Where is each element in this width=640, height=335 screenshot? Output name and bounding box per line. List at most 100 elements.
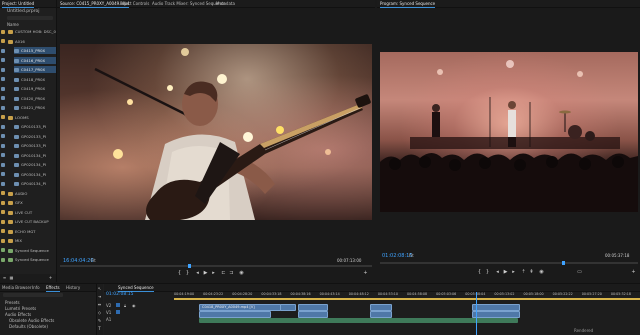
lift-icon[interactable]: ⇡ <box>521 270 526 275</box>
timeline-clip[interactable] <box>199 311 271 318</box>
track-target-v1[interactable] <box>116 303 120 307</box>
clip-item[interactable]: C0417_PR0X <box>14 66 56 73</box>
label-color-swatch[interactable] <box>1 115 5 119</box>
label-color-swatch[interactable] <box>1 153 5 157</box>
label-color-swatch[interactable] <box>1 105 5 110</box>
label-color-swatch[interactable] <box>1 96 5 100</box>
source-fit-select[interactable]: Fit <box>91 258 96 263</box>
label-color-swatch[interactable] <box>1 162 5 167</box>
effects-item-defaults[interactable]: Defaults (Obsolete) <box>9 324 48 329</box>
bin-item[interactable]: LOOMS <box>8 114 56 121</box>
clip-item[interactable]: GP010133_PI <box>14 123 56 130</box>
clip-item[interactable]: GP020134_PI <box>14 161 56 168</box>
timeline-playhead[interactable] <box>476 292 477 335</box>
bin-item[interactable]: LIVE CUT BACKUP <box>8 218 56 225</box>
source-playhead[interactable] <box>188 264 191 268</box>
label-color-swatch[interactable] <box>1 58 5 62</box>
program-timecode[interactable]: 01:02:08:15 <box>382 253 413 259</box>
track-target-v2[interactable] <box>116 310 120 314</box>
label-color-swatch[interactable] <box>1 229 5 233</box>
timeline-ruler[interactable]: 00:04:19:00 00:04:23:22 00:04:28:20 00:04:3… <box>174 292 640 297</box>
bin-item[interactable]: GFX <box>8 199 56 206</box>
effects-item-obsolete[interactable]: Obsolete Audio Effects <box>9 318 54 323</box>
source-timecode[interactable]: 16:04:04:20 <box>63 258 94 264</box>
sequence-item[interactable]: Synced Sequence <box>8 247 56 254</box>
label-color-swatch[interactable] <box>1 191 5 195</box>
label-color-swatch[interactable] <box>1 238 5 243</box>
label-color-swatch[interactable] <box>1 48 5 53</box>
overwrite-icon[interactable]: ⊐ <box>229 271 234 276</box>
effects-item-audio[interactable]: Audio Effects <box>5 312 31 317</box>
label-color-swatch[interactable] <box>1 67 5 72</box>
clip-item[interactable]: C0418_PR0X <box>14 76 56 83</box>
prog-mark-in-icon[interactable]: { <box>477 270 482 275</box>
comparison-view-icon[interactable]: ▭ <box>577 270 582 275</box>
tab-media-browser[interactable]: Media Browser <box>2 284 32 291</box>
tab-effects[interactable]: Effects <box>46 284 60 292</box>
mark-in-icon[interactable]: { <box>177 271 182 276</box>
program-scrubber[interactable] <box>380 262 638 264</box>
project-tab[interactable]: Project: Untitled <box>2 0 35 8</box>
timeline-clip[interactable] <box>472 304 520 311</box>
effects-item-presets[interactable]: Presets <box>5 300 20 305</box>
timeline-clip[interactable] <box>370 304 392 311</box>
label-color-swatch[interactable] <box>1 181 5 186</box>
eye-icon[interactable]: ◉ <box>132 303 136 308</box>
clip-item[interactable]: GP020133_PI <box>14 133 56 140</box>
tab-effect-controls[interactable]: Effect Controls <box>120 0 149 7</box>
ripple-edit-icon[interactable]: ⇹ <box>97 302 102 307</box>
source-scrubber[interactable] <box>60 265 372 267</box>
sequence-item[interactable]: Synced Sequence <box>8 256 56 263</box>
program-fit-select[interactable]: Fit <box>409 253 414 258</box>
label-color-swatch[interactable] <box>1 219 5 224</box>
tab-info[interactable]: Info <box>32 284 40 291</box>
label-color-swatch[interactable] <box>1 248 5 252</box>
program-playhead[interactable] <box>562 261 565 265</box>
prog-step-back-icon[interactable]: ◂ <box>495 270 500 275</box>
work-area-bar[interactable] <box>174 298 640 300</box>
program-video-frame[interactable] <box>380 52 638 212</box>
step-forward-icon[interactable]: ▸ <box>211 271 216 276</box>
label-color-swatch[interactable] <box>1 200 5 205</box>
tab-metadata[interactable]: Metadata <box>216 0 235 7</box>
timeline-clip[interactable]: C0418_PR0XY_A0049.mp4 [V] <box>199 304 281 311</box>
lock-icon[interactable]: 🔒︎ <box>124 303 126 308</box>
clip-item[interactable]: GP040134_PI <box>14 180 56 187</box>
tab-synced-sequence[interactable]: Synced Sequence <box>118 284 154 292</box>
clip-item[interactable]: C0420_PR0X <box>14 95 56 102</box>
label-color-swatch[interactable] <box>1 86 5 91</box>
type-tool-icon[interactable]: T <box>97 326 102 331</box>
clip-item[interactable]: C0416_PR0X <box>14 56 56 64</box>
clip-item[interactable]: GP030134_PI <box>14 171 56 178</box>
clip-item[interactable]: C0421_PR0X <box>14 104 56 111</box>
label-color-swatch[interactable] <box>1 124 5 129</box>
track-select-icon[interactable]: ⇥ <box>97 294 102 299</box>
insert-icon[interactable]: ⊏ <box>221 271 226 276</box>
tab-program[interactable]: Program: Synced Sequence <box>380 0 436 8</box>
selection-tool-icon[interactable]: ↖ <box>97 286 102 291</box>
bin-item[interactable]: LIVE CUT <box>8 209 56 216</box>
timeline-audio-clip[interactable] <box>199 318 518 323</box>
tab-audio-track-mixer[interactable]: Audio Track Mixer: Synced Sequence <box>152 0 225 7</box>
program-settings-icon[interactable]: + <box>631 270 636 275</box>
clip-item[interactable]: GP010134_PI <box>14 152 56 159</box>
prog-mark-out-icon[interactable]: } <box>485 270 490 275</box>
tab-source[interactable]: Source: C0415_PR0XY_A0049.mp4 <box>60 0 130 8</box>
source-settings-icon[interactable]: + <box>363 271 368 276</box>
source-video-frame[interactable] <box>60 44 372 220</box>
project-search-input[interactable] <box>7 16 53 20</box>
label-color-swatch[interactable] <box>1 257 5 262</box>
label-color-swatch[interactable] <box>1 77 5 81</box>
tab-history[interactable]: History <box>66 284 80 291</box>
pen-tool-icon[interactable]: ✎ <box>97 318 102 323</box>
timeline-clip[interactable] <box>298 311 328 318</box>
label-color-swatch[interactable] <box>1 210 5 214</box>
label-color-swatch[interactable] <box>1 29 5 34</box>
prog-step-forward-icon[interactable]: ▸ <box>511 270 516 275</box>
effects-item-lumetri[interactable]: Lumetri Presets <box>5 306 36 311</box>
bin-item[interactable]: AUDIO <box>8 190 56 197</box>
label-color-swatch[interactable] <box>1 143 5 148</box>
play-icon[interactable]: ▶ <box>203 271 208 276</box>
bin-item[interactable]: CUSTOM HOB: DSC_0 <box>8 28 56 35</box>
label-color-swatch[interactable] <box>1 172 5 176</box>
